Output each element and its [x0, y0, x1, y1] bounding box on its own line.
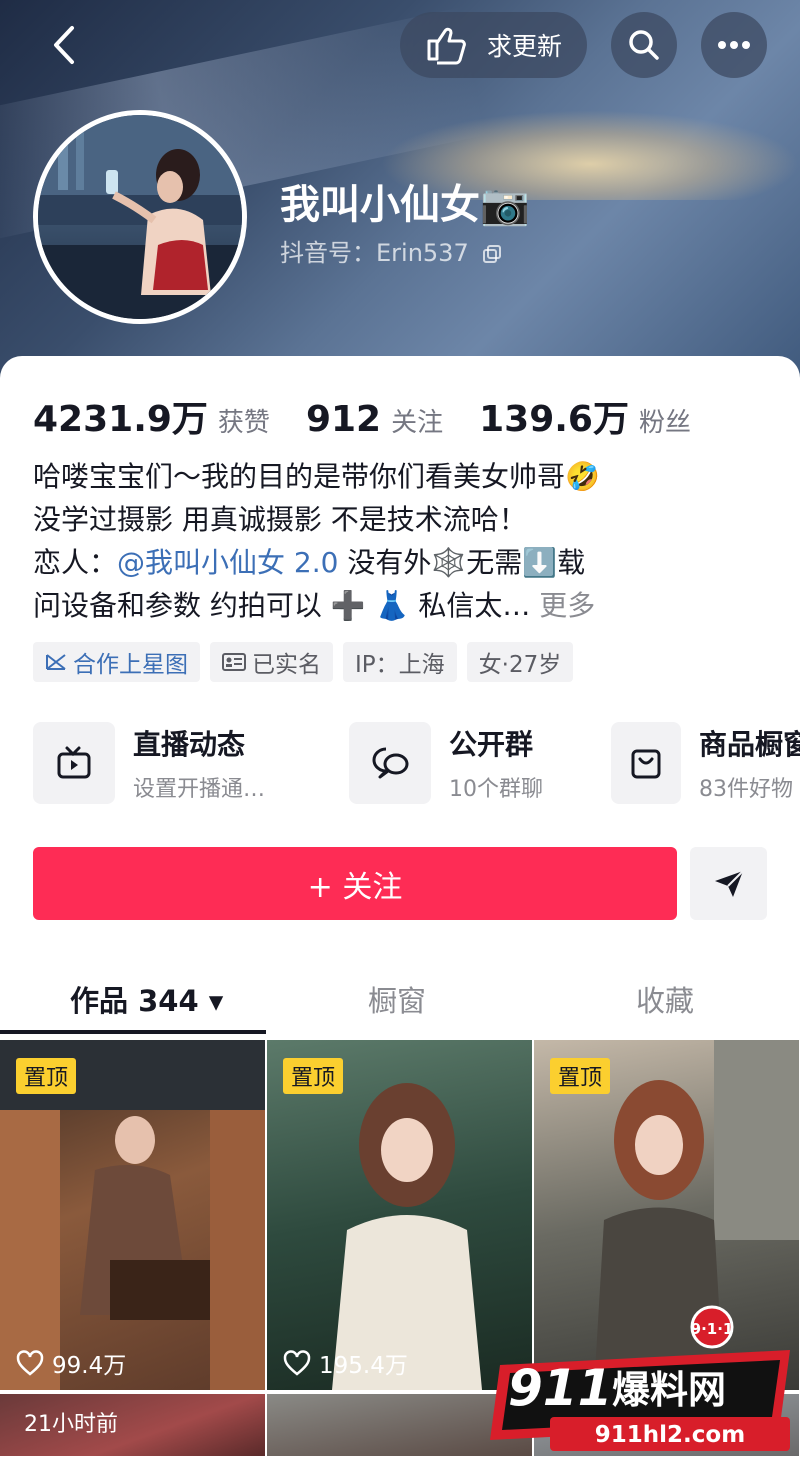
feature-title: 公开群 [449, 728, 534, 761]
back-button[interactable] [44, 20, 84, 70]
tag-label: IP：上海 [355, 652, 445, 678]
bio-line: 问设备和参数 约拍可以 ➕ 👗 私信太… 更多 [33, 584, 773, 627]
thumb-pointing-icon [427, 27, 466, 65]
watermark-logo: 9·1·1 911 爆料网 911hl2.com [490, 1305, 800, 1456]
pinned-badge: 置顶 [283, 1058, 344, 1094]
heart-icon [283, 1350, 311, 1376]
bio-line: 恋人：@我叫小仙女 2.0 没有外🕸️无需⬇️载 [33, 541, 773, 584]
search-button[interactable] [611, 12, 677, 78]
profile-stats: 4231.9万 获赞 912 关注 139.6万 粉丝 [33, 390, 727, 442]
feature-icon-box [611, 722, 681, 804]
followers-count[interactable]: 139.6万 [479, 390, 629, 442]
likes-count: 4231.9万 [33, 399, 208, 440]
profile-tags: 合作上星图 已实名 IP：上海 女·27岁 [33, 642, 574, 682]
watermark-number: 911 [508, 1359, 612, 1417]
watermark-domain: 911hl2.com [595, 1422, 745, 1448]
bio-more-link[interactable]: 更多 [539, 589, 595, 622]
tag-label: 女·27岁 [478, 652, 562, 678]
tag-label: 合作上星图 [73, 652, 188, 678]
bio-line: 哈喽宝宝们～我的目的是带你们看美女帅哥🤣 [33, 460, 600, 493]
tab-favorites[interactable]: 收藏 [636, 978, 694, 1020]
feature-icon-box [349, 722, 431, 804]
heart-icon [16, 1350, 44, 1376]
video-likes: 195.4万 [283, 1346, 408, 1380]
tag-gender-age: 女·27岁 [466, 642, 574, 682]
douyin-id: 抖音号：Erin537 [280, 233, 502, 268]
more-button[interactable] [701, 12, 767, 78]
id-card-icon [222, 653, 246, 671]
douyin-id-text: 抖音号：Erin537 [280, 239, 469, 267]
video-thumbnail[interactable]: 置顶 99.4万 [0, 1040, 265, 1390]
search-icon [629, 30, 659, 60]
tag-ip-location: IP：上海 [343, 642, 457, 682]
tag-star-map[interactable]: 合作上星图 [33, 642, 200, 682]
bio-mention-link[interactable]: @我叫小仙女 2.0 [117, 546, 338, 579]
tag-verified-name[interactable]: 已实名 [210, 642, 333, 682]
pinned-badge: 置顶 [16, 1058, 77, 1094]
video-likes: 99.4万 [16, 1346, 126, 1380]
tab-indicator [0, 1030, 266, 1034]
watermark-graphic: 9·1·1 911 爆料网 911hl2.com [490, 1305, 790, 1451]
pinned-badge: 置顶 [550, 1058, 611, 1094]
watermark-badge: 9·1·1 [691, 1320, 734, 1338]
feature-product-showcase[interactable]: 商品橱窗 83件好物 [611, 722, 800, 804]
bio-lover-label: 恋人： [33, 546, 118, 579]
tag-label: 已实名 [252, 652, 321, 678]
profile-bio: 哈喽宝宝们～我的目的是带你们看美女帅哥🤣 没学过摄影 用真诚摄影 不是技术流哈！… [33, 455, 773, 627]
likes-count: 99.4万 [52, 1353, 127, 1379]
feature-subtitle: 设置开播通… [133, 777, 266, 802]
more-dots-icon [718, 41, 750, 49]
feature-title: 直播动态 [133, 728, 246, 761]
send-icon [714, 869, 744, 897]
content-tabs: 作品 344 ▾ 橱窗 收藏 [0, 970, 800, 1035]
followers-label[interactable]: 粉丝 [639, 402, 691, 439]
bio-line-text: 问设备和参数 约拍可以 ➕ 👗 私信太… [33, 589, 531, 622]
feature-title: 商品橱窗 [698, 728, 800, 761]
following-count[interactable]: 912 [306, 399, 381, 440]
feature-live-updates[interactable]: 直播动态 设置开播通… [33, 722, 313, 804]
bio-line: 没学过摄影 用真诚摄影 不是技术流哈！ [33, 503, 527, 536]
feature-public-group[interactable]: 公开群 10个群聊 [349, 722, 575, 804]
copy-icon[interactable] [482, 244, 502, 264]
share-button[interactable] [690, 847, 767, 920]
video-time: 21小时前 [24, 1412, 118, 1437]
following-label[interactable]: 关注 [391, 402, 443, 439]
bio-line-suffix: 没有外🕸️无需⬇️载 [338, 546, 586, 579]
follow-button[interactable]: + 关注 [33, 847, 677, 920]
feature-shortcuts: 直播动态 设置开播通… 公开群 10个群聊 商品橱窗 83件好物 [33, 722, 800, 804]
chat-bubbles-icon [372, 747, 409, 779]
shopping-bag-icon [631, 749, 661, 779]
avatar[interactable] [33, 110, 247, 324]
star-map-icon [46, 654, 66, 670]
video-thumbnail[interactable]: 21小时前 [0, 1394, 265, 1456]
tab-works[interactable]: 作品 344 ▾ [70, 978, 223, 1020]
likes-count: 195.4万 [319, 1353, 408, 1379]
live-tv-icon [57, 746, 91, 779]
feature-subtitle: 10个群聊 [449, 777, 543, 802]
profile-name: 我叫小仙女📷 [280, 182, 530, 228]
request-update-label: 求更新 [486, 32, 562, 61]
request-update-button[interactable]: 求更新 [400, 12, 587, 78]
tab-showcase[interactable]: 橱窗 [368, 978, 426, 1020]
watermark-brand: 爆料网 [612, 1368, 726, 1412]
likes-label: 获赞 [217, 408, 270, 438]
chevron-left-icon [54, 26, 74, 64]
feature-subtitle: 83件好物 [698, 777, 793, 802]
feature-icon-box [33, 722, 115, 804]
avatar-photo [38, 115, 242, 319]
